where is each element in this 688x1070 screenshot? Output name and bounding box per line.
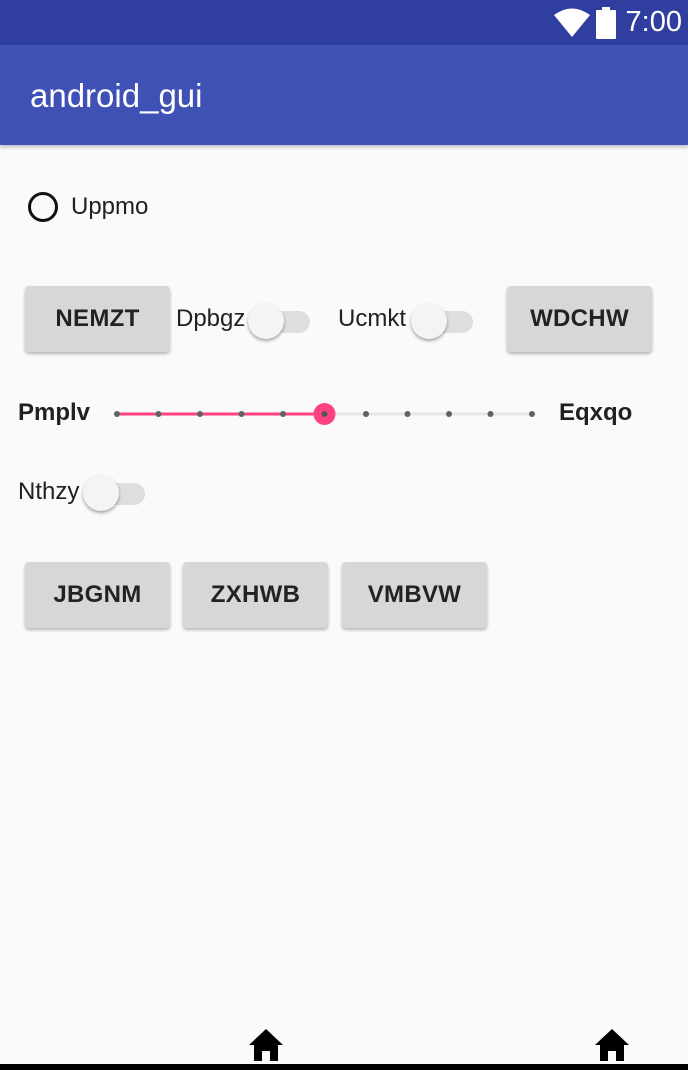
home-icon[interactable] bbox=[248, 1028, 284, 1062]
radio-circle[interactable] bbox=[28, 192, 58, 222]
seekbar-end-label: Eqxqo bbox=[559, 399, 633, 426]
nemzt-button[interactable]: NEMZT bbox=[25, 286, 170, 352]
seekbar[interactable] bbox=[112, 398, 538, 430]
switch-nthzy[interactable] bbox=[83, 472, 147, 512]
switch-dpbgz-label: Dpbgz bbox=[176, 305, 246, 332]
vmbvw-button[interactable]: VMBVW bbox=[342, 562, 487, 628]
seekbar-tick bbox=[197, 411, 203, 417]
status-bar: 7:00 bbox=[0, 0, 688, 45]
seekbar-tick bbox=[238, 411, 245, 417]
seekbar-tick bbox=[487, 411, 494, 417]
switch-thumb[interactable] bbox=[248, 303, 284, 339]
status-time: 7:00 bbox=[625, 6, 682, 38]
jbgnm-button[interactable]: JBGNM bbox=[25, 562, 170, 628]
radio-uppmo[interactable]: Uppmo bbox=[28, 192, 148, 222]
app-bar: android_gui bbox=[0, 45, 688, 145]
battery-icon bbox=[595, 6, 616, 39]
navigation-bar bbox=[0, 1064, 688, 1070]
status-icons: 7:00 bbox=[553, 0, 682, 45]
seekbar-tick bbox=[529, 411, 535, 417]
radio-label: Uppmo bbox=[71, 193, 149, 220]
wdchw-button[interactable]: WDCHW bbox=[507, 286, 652, 352]
seekbar-tick bbox=[280, 411, 286, 417]
switch-thumb[interactable] bbox=[83, 475, 119, 511]
seekbar-thumb-dot bbox=[321, 411, 328, 417]
seekbar-tick bbox=[114, 411, 120, 417]
seekbar-start-label: Pmplv bbox=[18, 399, 91, 426]
switch-nthzy-label: Nthzy bbox=[18, 478, 80, 505]
switch-ucmkt[interactable] bbox=[411, 300, 475, 340]
switch-thumb[interactable] bbox=[411, 303, 447, 339]
seekbar-tick bbox=[404, 411, 411, 417]
home-icon[interactable] bbox=[594, 1028, 630, 1062]
switch-ucmkt-label: Ucmkt bbox=[338, 305, 406, 332]
switch-dpbgz[interactable] bbox=[248, 300, 312, 340]
seekbar-tick bbox=[363, 411, 369, 417]
app-title: android_gui bbox=[30, 77, 203, 114]
seekbar-tick bbox=[155, 411, 162, 417]
zxhwb-button[interactable]: ZXHWB bbox=[183, 562, 328, 628]
seekbar-tick bbox=[446, 411, 452, 417]
wifi-icon bbox=[553, 8, 590, 37]
